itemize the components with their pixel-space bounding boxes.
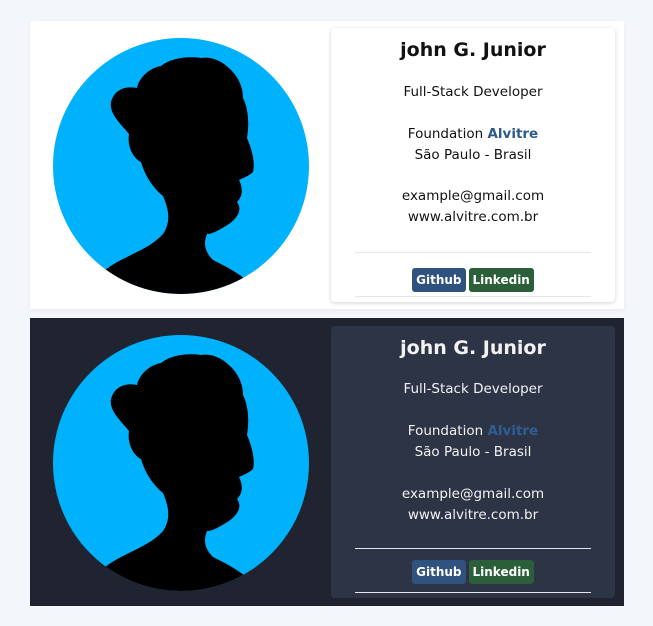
company-name-link[interactable]: Alvitre <box>487 423 538 439</box>
person-silhouette-icon <box>97 354 259 591</box>
profile-company: Foundation Alvitre <box>331 421 615 441</box>
profile-name: john G. Junior <box>400 337 546 359</box>
profile-info-panel: john G. Junior Full-Stack Developer Foun… <box>331 28 615 302</box>
profile-card-dark: john G. Junior Full-Stack Developer Foun… <box>30 318 624 606</box>
avatar <box>53 335 309 591</box>
profile-website: www.alvitre.com.br <box>407 507 539 523</box>
divider-top <box>355 252 591 253</box>
profile-role: Full-Stack Developer <box>403 381 543 397</box>
profile-company: Foundation Alvitre <box>331 124 615 144</box>
divider-bottom <box>355 592 591 593</box>
profile-email: example@gmail.com <box>401 486 545 502</box>
divider-top <box>355 548 591 549</box>
social-buttons: Github Linkedin <box>331 560 615 584</box>
profile-location: São Paulo - Brasil <box>414 147 532 163</box>
profile-card-light: john G. Junior Full-Stack Developer Foun… <box>30 21 624 309</box>
profile-email: example@gmail.com <box>401 188 545 204</box>
company-prefix: Foundation <box>407 423 484 439</box>
person-silhouette-icon <box>97 57 259 294</box>
profile-name: john G. Junior <box>400 39 546 61</box>
profile-website: www.alvitre.com.br <box>407 209 539 225</box>
company-prefix: Foundation <box>407 126 484 142</box>
profile-role: Full-Stack Developer <box>403 84 543 100</box>
avatar <box>53 38 309 294</box>
linkedin-button[interactable]: Linkedin <box>468 268 534 292</box>
social-buttons: Github Linkedin <box>331 268 615 292</box>
github-button[interactable]: Github <box>412 560 466 584</box>
profile-location: São Paulo - Brasil <box>414 444 532 460</box>
company-name-link[interactable]: Alvitre <box>487 126 538 142</box>
github-button[interactable]: Github <box>412 268 466 292</box>
linkedin-button[interactable]: Linkedin <box>468 560 534 584</box>
divider-bottom <box>355 296 591 297</box>
profile-info-panel: john G. Junior Full-Stack Developer Foun… <box>331 326 615 598</box>
